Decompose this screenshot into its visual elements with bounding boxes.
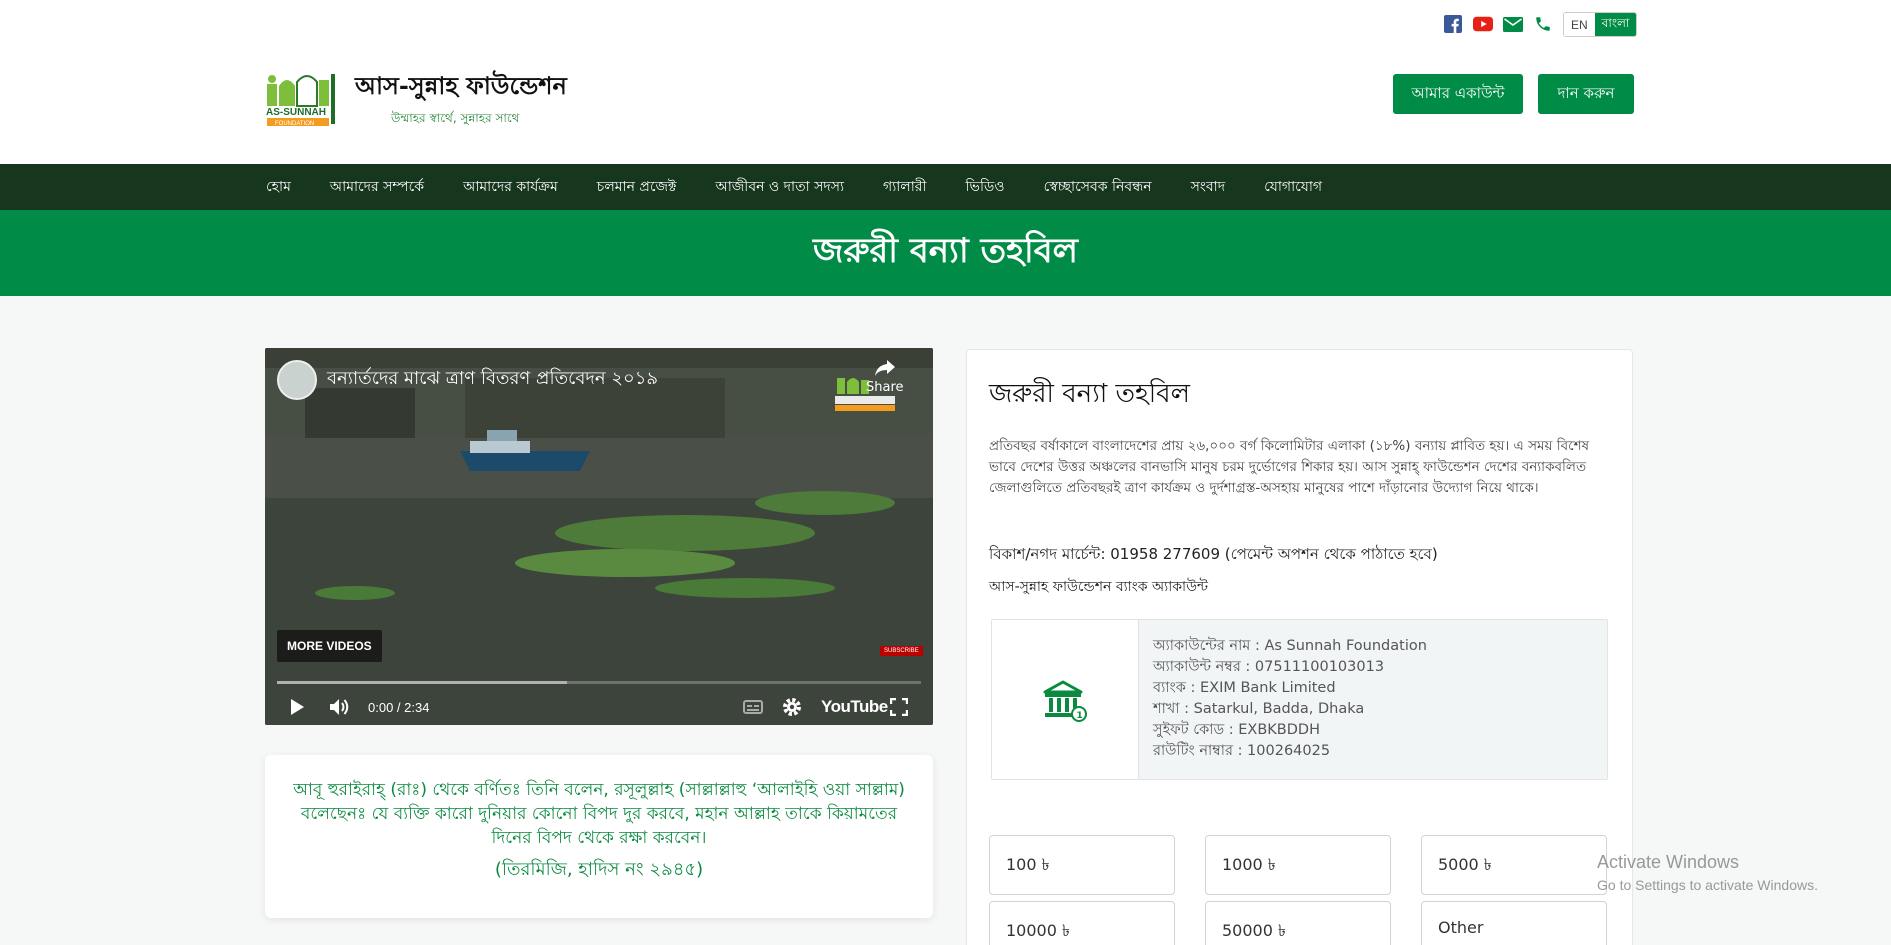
amount-option[interactable]: 100 ৳ [989,835,1175,895]
bank-icon: 1 [992,620,1139,779]
bank-account-name: অ্যাকাউন্টের নাম : As Sunnah Foundation [1153,638,1427,654]
bank-branch: শাখা : Satarkul, Badda, Dhaka [1153,701,1365,717]
svg-text:FOUNDATION: FOUNDATION [275,121,314,127]
watermark-line2: Go to Settings to activate Windows. [1597,877,1818,893]
amount-option[interactable]: 50000 ৳ [1205,901,1391,945]
site-header: EN বাংলা AS-SUNNAH FOUNDATION আস-সুন্নাহ… [0,0,1891,164]
amount-option[interactable]: 10000 ৳ [989,901,1175,945]
nav-item[interactable]: আমাদের সম্পর্কে [330,175,424,199]
bkash-merchant: বিকাশ/নগদ মার্চেন্ট: 01958 277609 (পেমেন… [989,545,1438,563]
site-logo[interactable]: AS-SUNNAH FOUNDATION আস-সুন্নাহ ফাউন্ডেশ… [265,68,567,130]
youtube-icon[interactable] [1473,14,1493,34]
nav-item[interactable]: হোম [266,175,291,199]
more-videos-button[interactable]: MORE VIDEOS [277,630,382,662]
language-switcher: EN বাংলা [1563,12,1638,37]
video-progress-bar[interactable] [277,681,921,684]
lang-en-button[interactable]: EN [1564,13,1595,36]
bank-routing: রাউটিং নাম্বার : 100264025 [1153,743,1331,759]
amount-option[interactable]: 1000 ৳ [1205,835,1391,895]
lang-bn-button[interactable]: বাংলা [1594,13,1637,36]
video-time: 0:00 / 2:34 [368,699,430,715]
video-title[interactable]: বন্যার্তদের মাঝে ত্রাণ বিতরণ প্রতিবেদন ২… [327,364,658,395]
fullscreen-icon[interactable] [890,690,908,724]
bank-account-number: অ্যাকাউন্ট নম্বর : 07511100103013 [1153,659,1385,675]
settings-gear-icon[interactable] [782,690,802,724]
video-player[interactable]: বন্যার্তদের মাঝে ত্রাণ বিতরণ প্রতিবেদন ২… [265,348,933,725]
page-banner: জরুরী বন্যা তহবিল [0,210,1891,296]
hadith-text: আবূ হুরাইরাহ্ (রাঃ) থেকে বর্ণিতঃ তিনি বল… [293,780,905,848]
donate-button[interactable]: দান করুন [1538,74,1634,114]
nav-item[interactable]: সংবাদ [1191,175,1225,199]
share-icon [874,360,895,376]
volume-icon[interactable] [329,690,351,724]
page-title: জরুরী বন্যা তহবিল [813,230,1078,271]
share-label: Share [866,380,904,395]
my-account-button[interactable]: আমার একাউন্ট [1393,74,1523,114]
fund-description: প্রতিবছর বর্ষাকালে বাংলাদেশের প্রায় ২৬,… [989,438,1590,496]
video-thumbnail [265,348,933,725]
video-controls: 0:00 / 2:34 YouTube [265,690,933,724]
video-buffer [277,681,567,684]
watermark-line1: Activate Windows [1597,852,1740,872]
bank-swift: সুইফট কোড : EXBKBDDH [1153,722,1320,738]
windows-activation-watermark: Activate Windows Go to Settings to activ… [1597,852,1818,893]
play-icon[interactable] [289,690,305,724]
nav-item[interactable]: যোগাযোগ [1264,175,1322,199]
amount-option-other[interactable]: Other [1421,901,1607,945]
hadith-card: আবূ হুরাইরাহ্ (রাঃ) থেকে বর্ণিতঃ তিনি বল… [265,755,933,918]
nav-item[interactable]: আজীবন ও দাতা সদস্য [715,175,844,199]
captions-icon[interactable] [743,690,763,724]
hadith-reference: (তিরমিজি, হাদিস নং ২৯৪৫) [494,859,704,880]
facebook-icon[interactable] [1443,14,1463,34]
main-nav: হোম আমাদের সম্পর্কে আমাদের কার্যক্রম চলমান … [0,164,1891,210]
phone-icon[interactable] [1533,14,1553,34]
nav-item[interactable]: আমাদের কার্যক্রম [463,175,558,199]
bank-account-title: আস-সুন্নাহ ফাউন্ডেশন ব্যাংক অ্যাকাউন্ট [989,579,1209,595]
bank-account-box: 1 অ্যাকাউন্টের নাম : As Sunnah Foundatio… [991,619,1608,780]
subscribe-badge[interactable]: SUBSCRIBE [880,646,923,656]
bank-account-details: অ্যাকাউন্টের নাম : As Sunnah Foundation … [1139,620,1607,779]
logo-mark-icon: AS-SUNNAH FOUNDATION [265,70,351,128]
nav-item[interactable]: স্বেচ্ছাসেবক নিবন্ধন [1044,175,1152,199]
nav-item[interactable]: ভিডিও [966,175,1005,199]
svg-text:1: 1 [1077,711,1083,721]
channel-avatar[interactable] [277,360,317,400]
fund-title: জরুরী বন্যা তহবিল [989,379,1190,409]
fund-card: জরুরী বন্যা তহবিল প্রতিবছর বর্ষাকালে বাং… [966,349,1633,945]
nav-item[interactable]: চলমান প্রজেক্ট [597,175,677,199]
email-icon[interactable] [1503,14,1523,34]
svg-text:AS-SUNNAH: AS-SUNNAH [266,107,326,118]
logo-title: আস-সুন্নাহ ফাউন্ডেশন [355,71,567,100]
bank-name: ব্যাংক : EXIM Bank Limited [1153,680,1336,696]
youtube-logo[interactable]: YouTube [821,690,888,724]
logo-tagline: উম্মাহর স্বার্থে, সুন্নাহর সাথে [391,111,520,125]
social-links [1443,14,1553,34]
share-button[interactable]: Share [866,358,904,395]
amount-option[interactable]: 5000 ৳ [1421,835,1607,895]
nav-item[interactable]: গ্যালারী [883,175,927,199]
